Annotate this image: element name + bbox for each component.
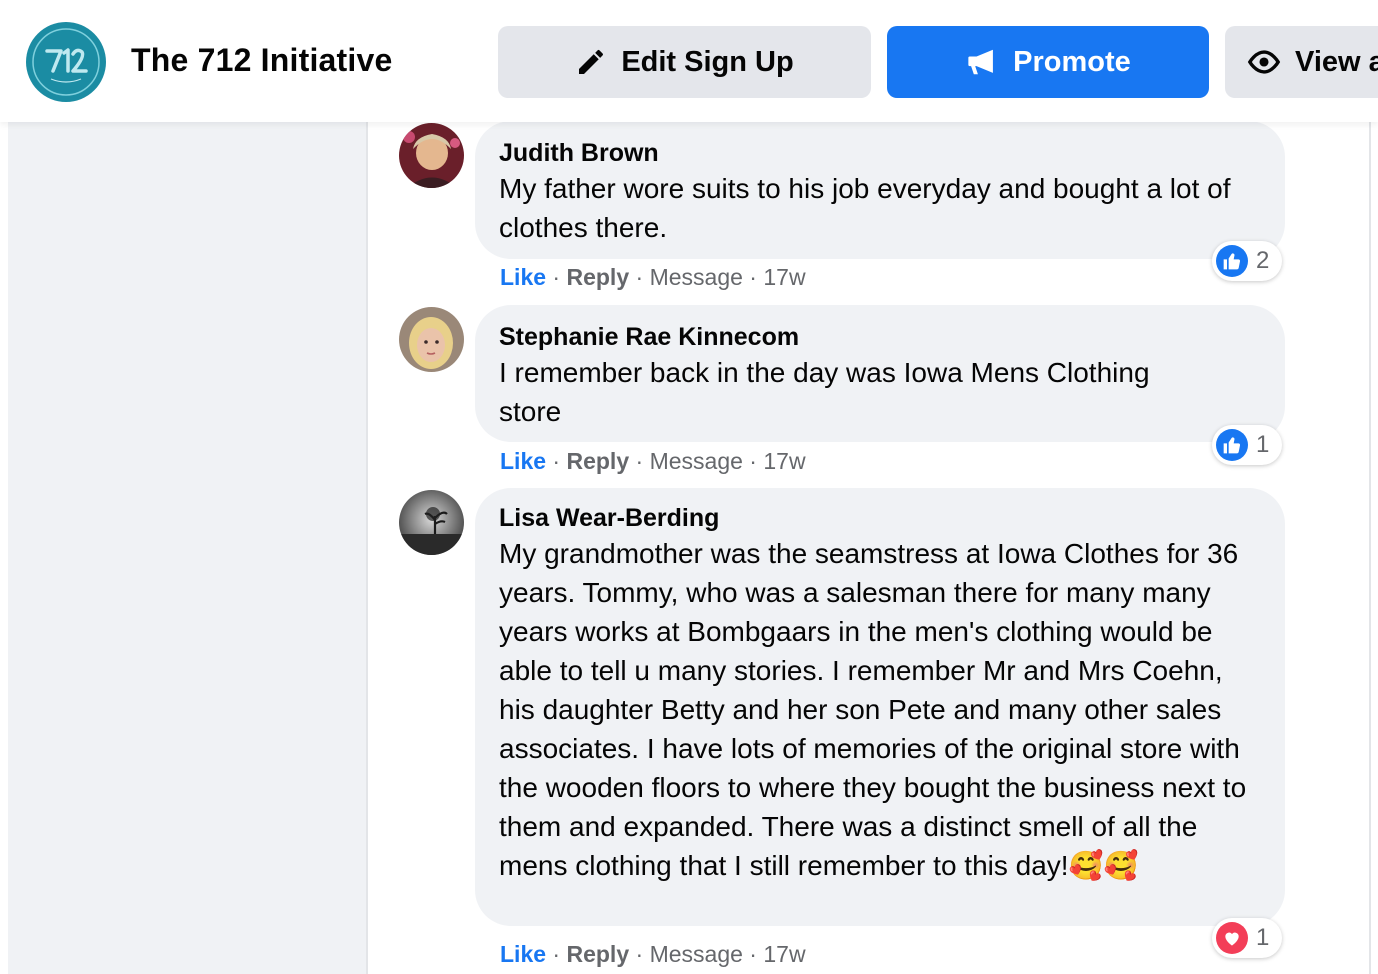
message-button[interactable]: Message xyxy=(650,941,743,967)
avatar-photo-icon xyxy=(399,123,464,188)
avatar-photo-icon xyxy=(399,490,464,555)
reaction-number: 1 xyxy=(1256,924,1270,951)
page-logo[interactable] xyxy=(26,22,106,102)
eye-icon xyxy=(1247,50,1281,74)
promote-button[interactable]: Promote xyxy=(887,26,1209,98)
left-column xyxy=(8,122,366,974)
comment-actions: Like · Reply · Message · 17w xyxy=(500,941,806,968)
like-button[interactable]: Like xyxy=(500,448,546,474)
comment-actions: Like · Reply · Message · 17w xyxy=(500,448,806,475)
love-icon xyxy=(1216,922,1248,954)
avatar[interactable] xyxy=(399,123,464,188)
reply-button[interactable]: Reply xyxy=(566,264,629,290)
reaction-number: 2 xyxy=(1256,247,1270,274)
logo-712-icon xyxy=(32,28,100,96)
reply-button[interactable]: Reply xyxy=(566,941,629,967)
separator: · xyxy=(629,264,650,290)
message-button[interactable]: Message xyxy=(650,264,743,290)
comment-author[interactable]: Lisa Wear-Berding xyxy=(499,502,1261,534)
separator: · xyxy=(629,941,650,967)
like-button[interactable]: Like xyxy=(500,264,546,290)
separator: · xyxy=(742,264,764,290)
comment-text: I remember back in the day was Iowa Mens… xyxy=(499,357,1150,427)
pencil-icon xyxy=(579,50,604,74)
timestamp[interactable]: 17w xyxy=(763,941,805,967)
divider xyxy=(366,122,368,974)
edit-sign-up-label: Edit Sign Up xyxy=(621,45,794,78)
page-title[interactable]: The 712 Initiative xyxy=(131,42,392,79)
comment-bubble: Stephanie Rae Kinnecom I remember back i… xyxy=(475,305,1285,442)
like-icon xyxy=(1216,245,1248,277)
promote-label: Promote xyxy=(1013,45,1131,78)
view-as-label: View a xyxy=(1295,45,1378,78)
comment-bubble: Lisa Wear-Berding My grandmother was the… xyxy=(475,488,1285,926)
comment-author[interactable]: Stephanie Rae Kinnecom xyxy=(499,321,1261,353)
separator: · xyxy=(629,448,650,474)
message-button[interactable]: Message xyxy=(650,448,743,474)
avatar[interactable] xyxy=(399,490,464,555)
like-icon xyxy=(1216,429,1248,461)
comment-text: My father wore suits to his job everyday… xyxy=(499,173,1231,243)
avatar-photo-icon xyxy=(399,307,464,372)
separator: · xyxy=(546,941,567,967)
separator: · xyxy=(546,264,567,290)
comment-actions: Like · Reply · Message · 17w xyxy=(500,264,806,291)
avatar[interactable] xyxy=(399,307,464,372)
reaction-count[interactable]: 1 xyxy=(1212,425,1282,465)
comment-body: My grandmother was the seamstress at Iow… xyxy=(499,538,1247,881)
separator: · xyxy=(546,448,567,474)
divider xyxy=(1369,122,1371,974)
reaction-count[interactable]: 2 xyxy=(1212,241,1282,281)
comment-author[interactable]: Judith Brown xyxy=(499,137,1261,169)
page-header: The 712 Initiative Edit Sign Up Promote … xyxy=(0,0,1378,122)
timestamp[interactable]: 17w xyxy=(763,264,805,290)
timestamp[interactable]: 17w xyxy=(763,448,805,474)
like-button[interactable]: Like xyxy=(500,941,546,967)
smiling-face-hearts-icon: 🥰🥰 xyxy=(1068,850,1139,881)
edit-sign-up-button[interactable]: Edit Sign Up xyxy=(498,26,871,98)
view-as-button[interactable]: View a xyxy=(1225,26,1378,98)
comment-bubble: Judith Brown My father wore suits to his… xyxy=(475,121,1285,259)
separator: · xyxy=(742,448,764,474)
reaction-number: 1 xyxy=(1256,431,1270,458)
reply-button[interactable]: Reply xyxy=(566,448,629,474)
megaphone-icon xyxy=(968,49,994,75)
separator: · xyxy=(742,941,764,967)
reaction-count[interactable]: 1 xyxy=(1212,918,1282,958)
comment-text: My grandmother was the seamstress at Iow… xyxy=(499,534,1261,885)
